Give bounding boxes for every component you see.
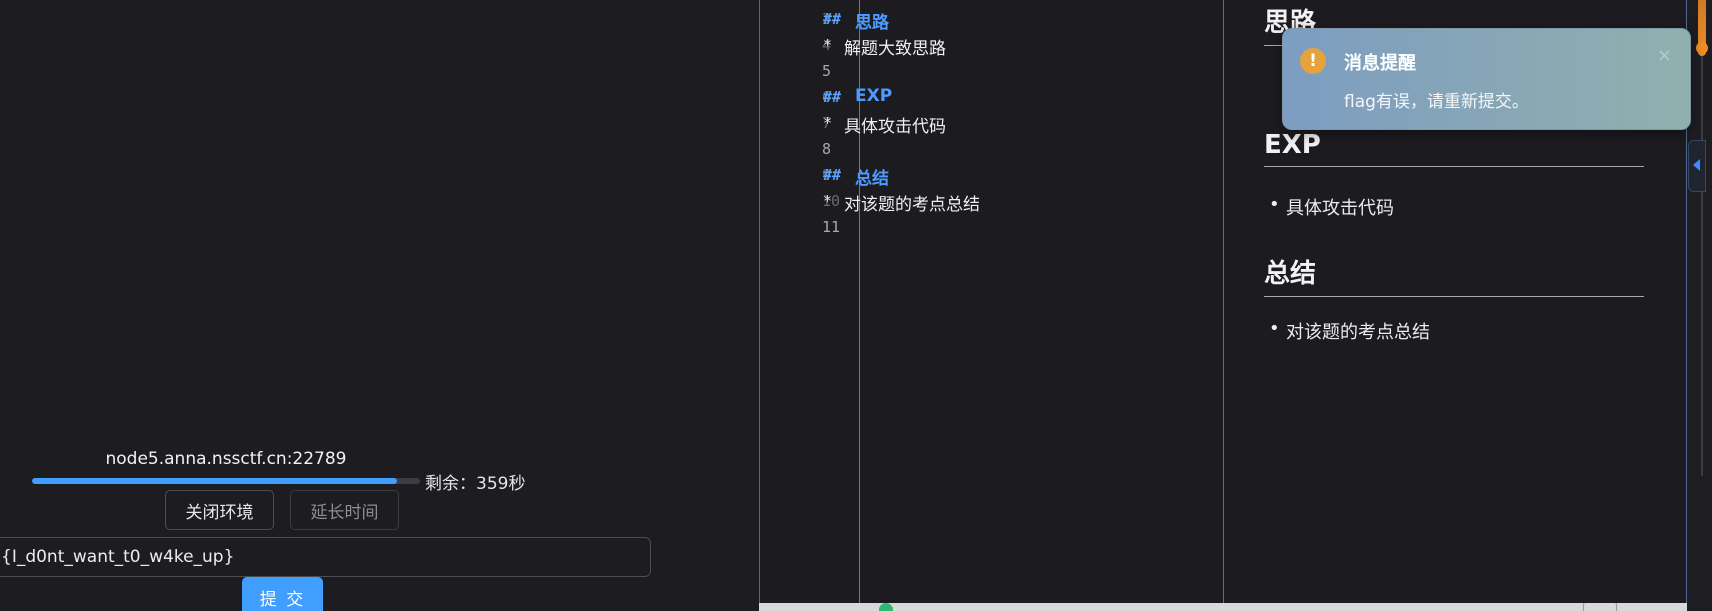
heading-marker: ## (823, 10, 842, 28)
preview-list-item-exp: 具体攻击代码 (1269, 194, 1394, 220)
env-host-address: node5.anna.nssctf.cn:22789 (105, 449, 347, 469)
editor-line[interactable]: 11 (760, 215, 1220, 241)
editor-status-bar (759, 603, 1687, 611)
remaining-time: 剩余：359秒 (425, 474, 526, 494)
editor-line[interactable]: 5 (760, 59, 1220, 85)
toast-notification: ! 消息提醒 flag有误，请重新提交。 × (1282, 28, 1691, 130)
time-progress-fill (32, 478, 397, 484)
line-number: 5 (822, 62, 832, 80)
editor-line-text: 解题大致思路 (844, 39, 946, 59)
preview-heading-exp: EXP (1264, 130, 1644, 167)
editor-line[interactable]: 8 (760, 137, 1220, 163)
editor-line[interactable]: 10 * 对该题的考点总结 (760, 189, 1220, 215)
heading-marker: ## (823, 88, 842, 106)
scroll-track (1701, 56, 1703, 476)
sync-status-icon (879, 603, 893, 611)
editor-line-text: 思路 (855, 13, 889, 33)
editor-line[interactable]: 4 * 解题大致思路 (760, 33, 1220, 59)
time-progress-bar (32, 478, 420, 484)
challenge-panel: node5.anna.nssctf.cn:22789 剩余：359秒 关闭环境 … (0, 0, 759, 611)
toast-message: flag有误，请重新提交。 (1344, 92, 1529, 112)
close-icon[interactable]: × (1657, 45, 1672, 66)
editor-line[interactable]: 7 * 具体攻击代码 (760, 111, 1220, 137)
extend-time-button[interactable]: 延长时间 (290, 490, 399, 530)
submit-button[interactable]: 提 交 (242, 577, 323, 611)
toast-title: 消息提醒 (1344, 53, 1416, 74)
editor-line-text: 具体攻击代码 (844, 117, 946, 137)
editor-line-text: 对该题的考点总结 (844, 195, 980, 215)
editor-line-text: 总结 (855, 169, 889, 189)
bullet-marker: * (823, 114, 833, 132)
heading-marker: ## (823, 166, 842, 184)
editor-line[interactable]: 6 ## EXP (760, 85, 1220, 111)
chevron-left-icon (1693, 159, 1700, 171)
flag-input[interactable] (0, 537, 651, 577)
side-drawer-toggle[interactable] (1688, 140, 1706, 192)
editor-line[interactable]: 9 ## 总结 (760, 163, 1220, 189)
bullet-marker: * (823, 36, 833, 54)
line-number: 8 (822, 140, 832, 158)
editor-line[interactable]: 3 ## 思路 (760, 7, 1220, 33)
preview-list-item-summary: 对该题的考点总结 (1269, 318, 1430, 344)
bullet-marker: * (823, 192, 833, 210)
warning-icon: ! (1300, 48, 1326, 74)
app-root: node5.anna.nssctf.cn:22789 剩余：359秒 关闭环境 … (0, 0, 1712, 611)
line-number: 11 (822, 218, 841, 236)
editor-line-text: EXP (855, 86, 893, 106)
scroll-knob[interactable] (1696, 42, 1708, 54)
close-environment-button[interactable]: 关闭环境 (165, 490, 274, 530)
preview-heading-summary: 总结 (1264, 253, 1644, 297)
editor-source-pane[interactable]: 3 ## 思路 4 * 解题大致思路 5 6 ## EXP 7 * 具体攻击代码 8 9 ## 总结 10 * 对该题… (760, 0, 1224, 604)
status-toggle[interactable] (1583, 603, 1617, 611)
